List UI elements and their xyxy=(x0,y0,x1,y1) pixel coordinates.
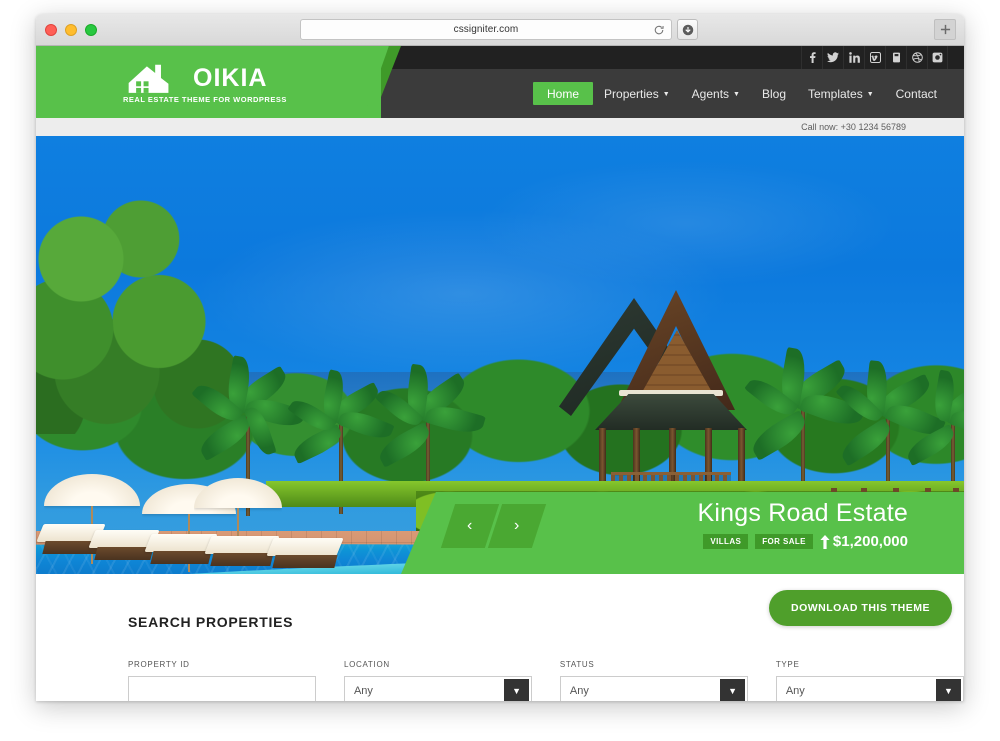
status-select[interactable]: Any ▼ xyxy=(559,676,749,701)
nav-label: Agents xyxy=(691,86,730,101)
chevron-right-icon: › xyxy=(514,517,520,534)
chevron-down-icon: ▼ xyxy=(733,91,740,98)
chevron-down-icon[interactable]: ▼ xyxy=(718,677,748,701)
nav-label: Home xyxy=(547,86,580,101)
price-value: $1,200,000 xyxy=(832,533,908,550)
nav-item-agents[interactable]: Agents ▼ xyxy=(681,69,751,118)
slide-meta: VILLAS FOR SALE $1,200,000 xyxy=(698,533,908,550)
slide-caption: Kings Road Estate VILLAS FOR SALE $1,200… xyxy=(698,498,908,550)
social-links xyxy=(801,46,948,69)
nav-label: Contact xyxy=(895,86,937,101)
field-value: Any xyxy=(785,685,805,697)
traffic-lights xyxy=(45,24,97,36)
field-gap xyxy=(532,660,560,701)
type-select[interactable]: Any ▼ xyxy=(775,676,964,701)
sun-lounger xyxy=(144,534,218,564)
new-tab-button[interactable] xyxy=(934,19,956,40)
house-icon xyxy=(128,64,169,93)
page-viewport: OIKIA REAL ESTATE THEME FOR WORDPRESS Ho… xyxy=(36,46,964,701)
field-gap xyxy=(748,660,776,701)
minimize-window-button[interactable] xyxy=(65,24,77,36)
logo-tagline: REAL ESTATE THEME FOR WORDPRESS xyxy=(123,95,287,104)
nav-label: Properties xyxy=(604,86,659,101)
field-label: STATUS xyxy=(559,660,595,669)
field-label: PROPERTY ID xyxy=(128,660,190,669)
twitter-icon[interactable] xyxy=(822,46,843,69)
browser-chrome: cssigniter.com xyxy=(36,14,964,46)
field-type: TYPE Any ▼ xyxy=(775,660,964,701)
property-id-input[interactable] xyxy=(128,676,317,701)
slide-title[interactable]: Kings Road Estate xyxy=(698,498,908,528)
downloads-button[interactable] xyxy=(677,19,698,40)
nav-item-home[interactable]: Home xyxy=(533,82,594,105)
nav-item-blog[interactable]: Blog xyxy=(751,69,797,118)
nav-item-contact[interactable]: Contact xyxy=(885,69,948,118)
call-now-bar: Call now: +30 1234 56789 xyxy=(36,118,964,136)
download-theme-button[interactable]: DOWNLOAD THIS THEME xyxy=(769,590,952,626)
field-property-id: PROPERTY ID xyxy=(128,660,317,701)
vimeo-icon[interactable] xyxy=(864,46,885,69)
field-label: TYPE xyxy=(775,660,800,669)
call-now-text: Call now: +30 1234 56789 xyxy=(801,122,906,132)
field-location: LOCATION Any ▼ xyxy=(343,660,533,701)
nav-item-properties[interactable]: Properties ▼ xyxy=(593,69,681,118)
instagram-icon[interactable] xyxy=(927,46,948,69)
site-logo[interactable]: OIKIA xyxy=(127,61,267,95)
slide-price: $1,200,000 xyxy=(820,533,908,550)
beach-umbrella xyxy=(44,474,140,564)
chevron-down-icon: ▼ xyxy=(866,91,874,98)
youtube-icon[interactable] xyxy=(885,46,906,69)
beach-umbrella xyxy=(194,478,282,566)
site-header: OIKIA REAL ESTATE THEME FOR WORDPRESS Ho… xyxy=(36,46,964,118)
browser-window: cssigniter.com OIKIA REAL ESTATE THEME F… xyxy=(36,14,964,701)
chevron-down-icon[interactable]: ▼ xyxy=(502,677,532,701)
field-value: Any xyxy=(569,685,589,697)
field-value: Any xyxy=(353,685,373,697)
close-window-button[interactable] xyxy=(45,24,57,36)
location-select[interactable]: Any ▼ xyxy=(343,676,533,701)
chevron-left-icon: ‹ xyxy=(467,517,473,534)
field-status: STATUS Any ▼ xyxy=(559,660,749,701)
search-properties-section: SEARCH PROPERTIES PROPERTY ID LOCATION A… xyxy=(36,574,964,701)
tag-icon xyxy=(820,534,830,549)
badge-category[interactable]: VILLAS xyxy=(703,534,749,549)
sun-lounger xyxy=(266,538,344,568)
dribbble-icon[interactable] xyxy=(906,46,927,69)
badge-status[interactable]: FOR SALE xyxy=(755,534,813,549)
main-navigation: Home Properties ▼ Agents ▼ Blog Template… xyxy=(533,69,948,118)
chevron-down-icon: ▼ xyxy=(662,91,670,98)
reload-icon[interactable] xyxy=(653,24,665,36)
logo-name: OIKIA xyxy=(193,64,268,92)
slider-controls: ‹ › xyxy=(440,504,547,548)
chevron-down-icon[interactable]: ▼ xyxy=(934,677,964,701)
nav-label: Templates xyxy=(808,86,863,101)
hero-slider: ‹ › Kings Road Estate VILLAS FOR SALE $1… xyxy=(36,136,964,574)
nav-label: Blog xyxy=(761,86,786,101)
facebook-icon[interactable] xyxy=(801,46,822,69)
address-bar[interactable]: cssigniter.com xyxy=(300,19,672,40)
field-label: LOCATION xyxy=(343,660,390,669)
zoom-window-button[interactable] xyxy=(85,24,97,36)
sun-lounger xyxy=(204,536,280,566)
nav-item-templates[interactable]: Templates ▼ xyxy=(797,69,885,118)
search-fields-row: PROPERTY ID LOCATION Any ▼ STATUS Any ▼ … xyxy=(128,660,964,701)
url-text: cssigniter.com xyxy=(453,24,519,35)
linkedin-icon[interactable] xyxy=(843,46,864,69)
download-icon xyxy=(682,24,693,35)
field-gap xyxy=(316,660,344,701)
plus-icon xyxy=(940,24,950,35)
